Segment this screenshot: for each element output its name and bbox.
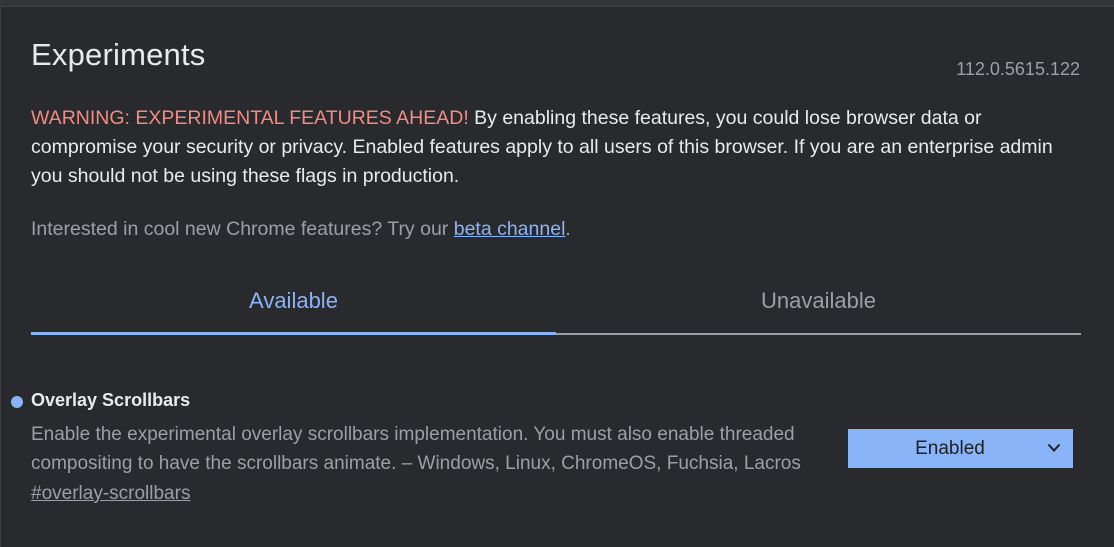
window-top-bar [0,0,1114,7]
flag-item: Overlay Scrollbars Enable the experiment… [1,379,1114,509]
tab-available[interactable]: Available [31,277,556,335]
beta-prefix: Interested in cool new Chrome features? … [31,218,454,240]
flag-state-value: Enabled [915,438,985,459]
chevron-down-icon [1047,443,1061,452]
browser-version: 112.0.5615.122 [956,59,1080,79]
flag-state-select[interactable]: Enabled [848,429,1073,468]
tab-unavailable[interactable]: Unavailable [556,277,1081,335]
page-title: Experiments [31,37,206,72]
flags-page: Experiments 112.0.5615.122 WARNING: EXPE… [0,7,1114,547]
flag-name: Overlay Scrollbars [31,390,191,410]
flag-anchor-link[interactable]: #overlay-scrollbars [31,483,190,505]
warning-lead: WARNING: EXPERIMENTAL FEATURES AHEAD! [31,107,469,129]
modified-indicator-dot-icon [11,396,23,408]
beta-channel-promo: Interested in cool new Chrome features? … [31,218,571,241]
beta-channel-link[interactable]: beta channel [454,218,566,240]
warning-message: WARNING: EXPERIMENTAL FEATURES AHEAD! By… [31,104,1081,191]
flag-description: Enable the experimental overlay scrollba… [31,424,801,474]
tab-strip: Available Unavailable [31,277,1081,335]
beta-suffix: . [565,218,571,240]
